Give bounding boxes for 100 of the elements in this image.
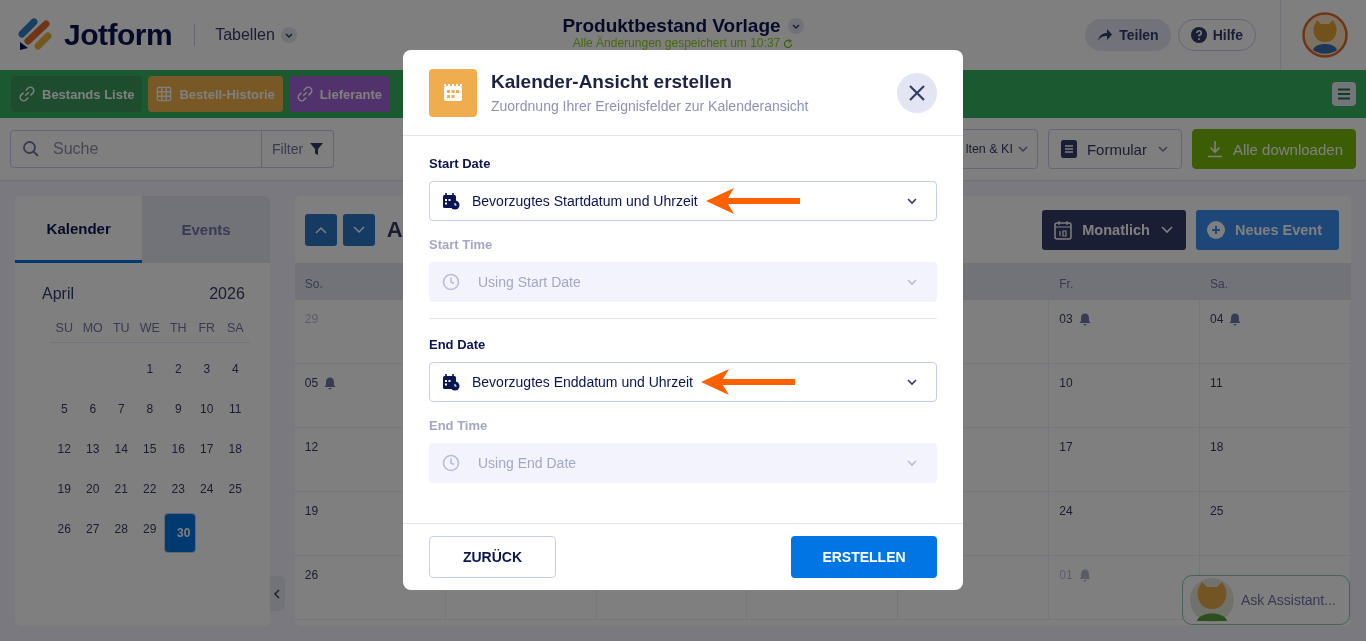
day-number: 03	[1059, 312, 1073, 326]
date-cell[interactable]: 9	[164, 393, 193, 425]
date-cell[interactable]: 8	[135, 393, 164, 425]
day-number: 25	[1210, 504, 1224, 518]
field-label: Start Date	[429, 156, 492, 171]
chevron-down-icon	[351, 224, 366, 235]
day-number: 04	[1210, 312, 1224, 326]
date-cell[interactable]: 18	[221, 433, 250, 465]
date-cell[interactable]: 16	[164, 433, 193, 465]
date-cell[interactable]: 14	[107, 433, 136, 465]
month-label: April	[42, 285, 74, 303]
date-cell[interactable]: 24	[192, 473, 221, 505]
form-icon	[1060, 140, 1077, 158]
date-cell[interactable]: 4	[221, 353, 250, 385]
date-cell[interactable]: 11	[221, 393, 250, 425]
date-cell[interactable]: 1	[135, 353, 164, 385]
date-cell[interactable]: 17	[192, 433, 221, 465]
date-cell[interactable]: 28	[107, 513, 136, 545]
chevron-down-icon	[906, 278, 918, 286]
date-cell[interactable]: 30	[164, 513, 196, 553]
view-dropdown[interactable]: Monatlich	[1042, 209, 1186, 250]
chevron-up-icon	[313, 224, 328, 235]
logo-text[interactable]: Jotform	[64, 18, 173, 52]
share-button[interactable]: Teilen	[1085, 19, 1171, 51]
date-cell[interactable]: 19	[50, 473, 79, 505]
select-field[interactable]: Bevorzugtes Enddatum und Uhrzeit	[429, 362, 937, 402]
date-cell[interactable]: 21	[107, 473, 136, 505]
chevron-down-icon	[1159, 225, 1174, 234]
date-cell[interactable]: 10	[192, 393, 221, 425]
day-number: 18	[1210, 440, 1224, 454]
field-label: Start Time	[429, 237, 494, 252]
date-cell[interactable]: 15	[135, 433, 164, 465]
filter-icon	[310, 142, 324, 156]
weekday-label: TH	[168, 321, 188, 335]
assistant-button[interactable]: Ask Assistant...	[1182, 575, 1350, 625]
date-cell[interactable]: 12	[50, 433, 79, 465]
dialog-subtitle: Zuordnung Ihrer Ereignisfelder zur Kalenderansicht	[491, 98, 810, 114]
save-status: Alle Änderungen gespeichert um 10:37	[572, 37, 781, 50]
weekday-header: Sa.	[1200, 263, 1351, 300]
date-cell[interactable]: 27	[78, 513, 107, 545]
field-placeholder: Using Start Date	[478, 274, 581, 290]
help-icon	[1190, 27, 1207, 43]
next-button[interactable]	[342, 213, 375, 246]
new-event-button[interactable]: Neues Event	[1195, 209, 1339, 250]
field-placeholder: Using End Date	[478, 455, 577, 471]
back-button[interactable]: ZURÜCK	[429, 536, 556, 578]
date-cell[interactable]: 3	[192, 353, 221, 385]
section-dropdown[interactable]: Tabellen	[215, 26, 297, 44]
search-field[interactable]: Suche	[10, 130, 262, 168]
date-cell[interactable]: 13	[78, 433, 107, 465]
field-value: Bevorzugtes Enddatum und Uhrzeit	[472, 374, 693, 390]
field-label: End Time	[429, 418, 489, 433]
chevron-down-icon	[906, 459, 918, 467]
plus-icon	[1206, 220, 1225, 239]
date-cell[interactable]: 23	[164, 473, 193, 505]
select-field[interactable]: Bevorzugtes Startdatum und Uhrzeit	[429, 181, 937, 221]
dropdown-button[interactable]: Formular	[1047, 129, 1182, 169]
close-icon	[908, 83, 926, 102]
date-cell[interactable]: 20	[78, 473, 107, 505]
date-cell[interactable]: 26	[50, 513, 79, 545]
day-number: 24	[1059, 504, 1073, 518]
day-number: 19	[304, 504, 319, 518]
document-title[interactable]: Produktbestand Vorlage	[562, 15, 781, 37]
share-icon	[1097, 28, 1114, 42]
dialog-title: Kalender-Ansicht erstellen	[491, 71, 733, 93]
day-number: 12	[304, 440, 319, 454]
weekday-label: MO	[81, 321, 104, 335]
month-title: A	[386, 216, 403, 243]
day-number: 11	[1210, 376, 1223, 390]
chevron-down-icon	[906, 378, 918, 386]
weekday-header: Fr.	[1049, 263, 1201, 300]
calendar-clock-icon	[442, 192, 460, 210]
weekday-label: FR	[197, 321, 217, 335]
day-number: 05	[304, 376, 319, 390]
avatar-icon[interactable]	[1302, 12, 1348, 58]
date-cell[interactable]: 29	[135, 513, 164, 545]
day-number: 26	[304, 568, 319, 582]
search-icon	[22, 140, 40, 158]
link-icon	[19, 86, 35, 102]
date-cell[interactable]: 5	[50, 393, 79, 425]
date-cell[interactable]: 22	[135, 473, 164, 505]
create-button[interactable]: ERSTELLEN	[791, 536, 937, 578]
previous-button[interactable]	[304, 213, 337, 246]
weekday-label: TU	[111, 321, 131, 335]
table-tab[interactable]: Lieferante	[288, 76, 390, 112]
field-value: Bevorzugtes Startdatum und Uhrzeit	[472, 193, 698, 209]
sidebar-tab[interactable]: Events	[142, 196, 270, 263]
chevron-down-icon	[1016, 145, 1029, 153]
weekday-label: WE	[138, 321, 161, 335]
date-cell[interactable]: 25	[221, 473, 250, 505]
date-cell[interactable]: 6	[78, 393, 107, 425]
date-cell[interactable]: 7	[107, 393, 136, 425]
help-button[interactable]: Hilfe	[1177, 19, 1256, 51]
filter-button[interactable]: Filter	[262, 130, 335, 168]
table-tab[interactable]: Bestands Liste	[11, 76, 143, 112]
date-cell[interactable]: 2	[164, 353, 193, 385]
close-button[interactable]	[897, 72, 937, 113]
menu-icon[interactable]	[1332, 82, 1356, 106]
table-icon	[156, 86, 173, 102]
chevron-down-icon[interactable]	[787, 18, 804, 34]
